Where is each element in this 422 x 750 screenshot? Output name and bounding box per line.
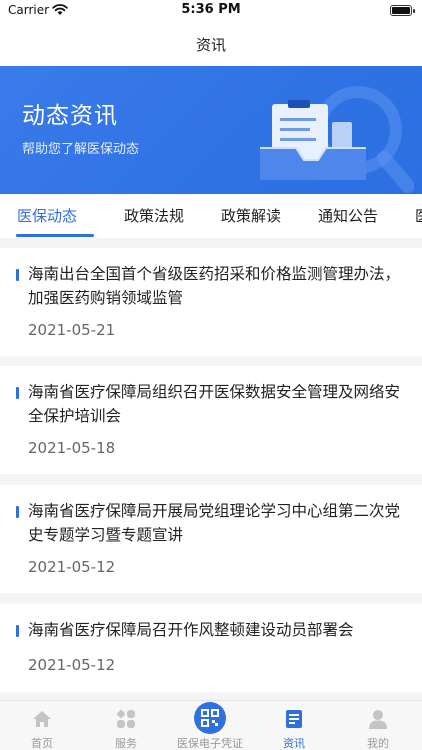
clock: 5:36 PM [181, 2, 241, 17]
profile-icon [369, 710, 387, 729]
document-tray-illustration-icon [260, 86, 414, 193]
tab-policies-regulations[interactable]: 政策法规 [124, 205, 184, 226]
tabbar-label: 服务 [115, 737, 137, 750]
banner-subtitle: 帮助您了解医保动态 [22, 142, 140, 157]
news-item[interactable]: 海南出台全国首个省级医药招采和价格监测管理办法，加强医药购销领域监管 2021-… [0, 248, 422, 356]
page-title: 资讯 [195, 36, 226, 54]
tab-more-partial[interactable]: 医 [415, 205, 422, 226]
news-title: 海南省医疗保障局组织召开医保数据安全管理及网络安全保护培训会 [28, 383, 401, 425]
tabbar-label: 首页 [31, 737, 53, 750]
news-date: 2021-05-21 [28, 321, 116, 339]
tabbar-e-certificate[interactable]: 医保电子凭证 [168, 701, 252, 750]
services-icon [116, 709, 135, 728]
title-accent-bar [16, 387, 19, 399]
battery-icon [390, 5, 415, 16]
category-tabs: 医保动态 政策法规 政策解读 通知公告 医 [0, 194, 422, 238]
tab-policy-interpretation[interactable]: 政策解读 [221, 205, 281, 226]
tabbar-home[interactable]: 首页 [0, 701, 84, 750]
title-accent-bar [16, 506, 19, 518]
home-icon [33, 711, 51, 727]
news-date: 2021-05-12 [28, 558, 116, 576]
news-title: 海南出台全国首个省级医药招采和价格监测管理办法，加强医药购销领域监管 [28, 265, 401, 307]
news-date: 2021-05-18 [28, 439, 116, 457]
active-tab-indicator [16, 234, 94, 237]
title-accent-bar [16, 269, 19, 281]
tab-insurance-news[interactable]: 医保动态 [17, 205, 77, 226]
tabbar-label: 医保电子凭证 [177, 737, 243, 750]
banner-title: 动态资讯 [22, 103, 118, 129]
bottom-tab-bar: 首页 服务 医保电子凭证 资讯 我的 [0, 700, 422, 750]
qr-code-icon [201, 709, 219, 727]
news-item[interactable]: 海南省医疗保障局开展局党组理论学习中心组第二次党史专题学习暨专题宣讲 2021-… [0, 485, 422, 593]
news-date: 2021-05-12 [28, 656, 116, 674]
news-item[interactable]: 海南省医疗保障局组织召开医保数据安全管理及网络安全保护培训会 2021-05-1… [0, 366, 422, 474]
hero-banner: 动态资讯 帮助您了解医保动态 [0, 66, 422, 194]
navigation-bar: 资讯 [0, 24, 422, 66]
tabbar-services[interactable]: 服务 [84, 701, 168, 750]
news-item[interactable]: 海南省医疗保障局召开作风整顿建设动员部署会 2021-05-12 [0, 604, 422, 692]
tabbar-profile[interactable]: 我的 [336, 701, 420, 750]
tab-notices[interactable]: 通知公告 [318, 205, 378, 226]
status-bar: Carrier 5:36 PM [0, 0, 422, 24]
news-title: 海南省医疗保障局开展局党组理论学习中心组第二次党史专题学习暨专题宣讲 [28, 502, 401, 544]
news-title: 海南省医疗保障局召开作风整顿建设动员部署会 [28, 621, 354, 639]
title-accent-bar [16, 625, 19, 637]
tabbar-label: 资讯 [283, 737, 305, 750]
tabbar-news[interactable]: 资讯 [252, 701, 336, 750]
tabbar-label: 我的 [367, 737, 389, 750]
news-icon [286, 710, 302, 728]
